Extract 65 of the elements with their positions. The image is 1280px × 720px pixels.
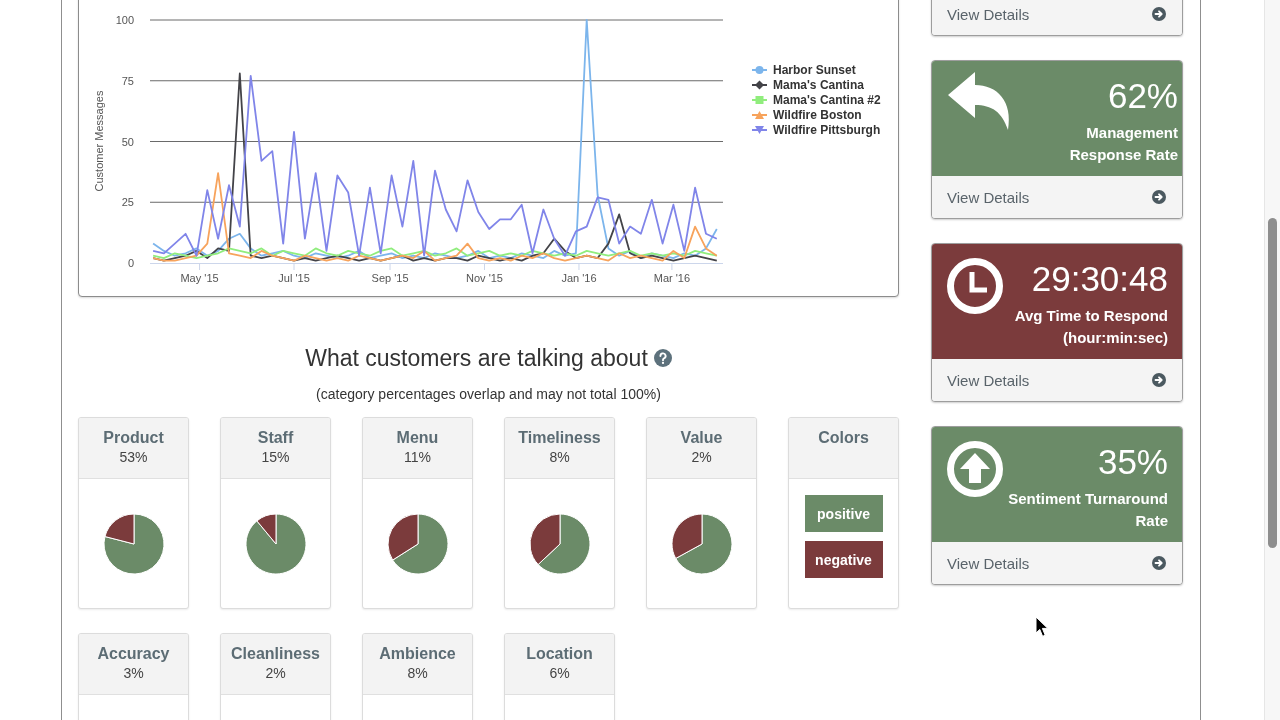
category-percent: 2% — [691, 448, 712, 466]
axis-tick-label: Sep '15 — [371, 272, 409, 284]
category-name: Location — [526, 644, 593, 664]
view-details-link[interactable]: View Details — [932, 359, 1182, 401]
axis-tick-label: May '15 — [180, 272, 219, 284]
up-arrow-circle-icon — [947, 441, 1003, 497]
legend-label[interactable]: Mama's Cantina — [773, 78, 864, 92]
legend-label[interactable]: Wildfire Pittsburgh — [773, 123, 881, 137]
arrow-circle-icon — [1152, 190, 1166, 204]
axis-tick-label: Nov '15 — [466, 272, 503, 284]
section-subtitle: (category percentages overlap and may not total 100%) — [315, 385, 662, 403]
axis-tick-label: Jul '15 — [278, 272, 310, 284]
metric-value: 62% — [1107, 75, 1178, 117]
arrow-circle-icon — [1152, 556, 1166, 570]
legend-tag: negative — [804, 541, 883, 578]
legend-marker-icon — [751, 66, 768, 74]
category-percent: 8% — [549, 448, 570, 466]
axis-tick-label: 0 — [127, 257, 134, 269]
legend-marker-icon — [751, 111, 768, 119]
view-details-link[interactable]: View Details — [932, 542, 1182, 584]
scrollbar-track[interactable] — [1264, 0, 1280, 720]
legend-tag: positive — [804, 495, 883, 532]
category-name: Staff — [257, 428, 294, 448]
legend-label[interactable]: Wildfire Boston — [773, 108, 862, 122]
metric-label: Avg Time to Respond (hour:min:sec) — [1013, 306, 1168, 348]
category-name: Ambience — [379, 644, 456, 664]
clock-icon — [947, 258, 1003, 314]
axis-tick-label: Jan '16 — [561, 272, 597, 284]
axis-tick-label: 25 — [121, 196, 134, 209]
scrollbar-thumb[interactable] — [1268, 218, 1277, 548]
metric-label: Management Response Rate — [1068, 123, 1178, 165]
category-name: Product — [103, 428, 164, 448]
axis-tick-label: 100 — [115, 14, 134, 26]
axis-title: Customer Messages — [93, 90, 105, 192]
category-percent: 8% — [407, 664, 428, 682]
legend-marker-icon — [751, 80, 768, 90]
category-percent: 3% — [123, 664, 144, 682]
legend-title: Colors — [818, 428, 869, 448]
axis-tick-label: 50 — [121, 135, 134, 148]
arrow-circle-icon — [1152, 373, 1166, 387]
category-name: Timeliness — [518, 428, 601, 448]
category-percent: 2% — [265, 664, 286, 682]
category-name: Accuracy — [97, 644, 170, 664]
category-name: Menu — [396, 428, 439, 448]
category-name: Value — [680, 428, 723, 448]
legend-label[interactable]: Mama's Cantina #2 — [773, 93, 881, 107]
metric-value: 29:30:48 — [1031, 258, 1168, 300]
help-icon[interactable] — [653, 349, 672, 367]
category-name: Cleanliness — [231, 644, 320, 664]
metric-label: Sentiment Turnaround Rate — [1007, 489, 1168, 531]
arrow-circle-icon — [1152, 7, 1166, 21]
cursor-icon — [1035, 616, 1049, 638]
axis-tick-label: 75 — [121, 74, 134, 87]
category-percent: 11% — [404, 448, 431, 466]
category-percent: 53% — [119, 448, 148, 466]
category-percent: 6% — [549, 664, 570, 682]
view-details-link[interactable]: View Details — [932, 0, 1182, 35]
legend-label[interactable]: Harbor Sunset — [773, 63, 856, 77]
section-title: What customers are talking about — [305, 344, 648, 372]
view-details-link[interactable]: View Details — [932, 176, 1182, 218]
legend-marker-icon — [751, 96, 768, 104]
metric-value: 35% — [1097, 441, 1168, 483]
legend-marker-icon — [751, 126, 768, 134]
axis-tick-label: Mar '16 — [653, 272, 691, 284]
category-percent: 15% — [261, 448, 290, 466]
